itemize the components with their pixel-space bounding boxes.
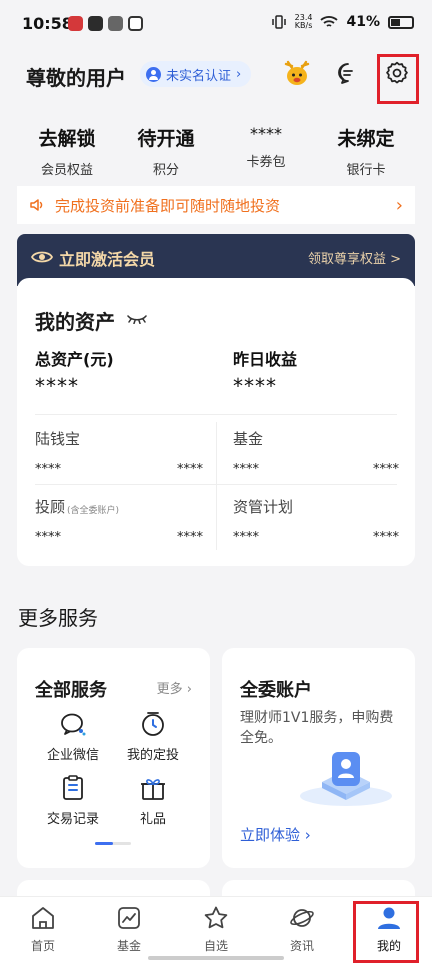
delegate-title: 全委账户 xyxy=(240,680,312,701)
yesterday-earnings-value: **** xyxy=(233,374,277,398)
assets-title: 我的资产 xyxy=(35,310,115,334)
wechat-work-icon xyxy=(61,713,86,736)
service-my-auto-invest[interactable]: 我的定投 xyxy=(113,710,193,763)
speaker-icon xyxy=(30,199,43,211)
asset-row-asset-management[interactable]: 资管计划 **** **** xyxy=(233,496,399,548)
chart-icon xyxy=(118,907,140,929)
delegate-account-card[interactable]: 全委账户 理财师1V1服务，申购费全免。 立即体验 › xyxy=(222,648,415,868)
home-indicator xyxy=(148,956,284,960)
yesterday-earnings-label: 昨日收益 xyxy=(233,350,298,369)
stat-bank-card[interactable]: 未绑定 银行卡 xyxy=(312,124,420,178)
asset-row-fund[interactable]: 基金 **** **** xyxy=(233,428,399,480)
battery-icon xyxy=(388,15,414,29)
divider xyxy=(35,484,397,485)
verify-identity-button[interactable]: 未实名认证 › xyxy=(140,61,252,87)
delegate-description: 理财师1V1服务，申购费全免。 xyxy=(240,710,394,746)
total-assets-value: **** xyxy=(35,374,79,398)
more-link[interactable]: 更多 › xyxy=(157,678,192,697)
mascot-icon[interactable] xyxy=(282,58,312,88)
asset-row-luqianbao[interactable]: 陆钱宝 **** **** xyxy=(35,428,203,480)
app-notification-icon xyxy=(128,16,143,31)
battery-percent: 41% xyxy=(346,14,380,30)
status-bar: 10:58 23.4 KB/s 41% xyxy=(0,0,432,48)
nav-me-highlight-box xyxy=(353,901,419,963)
service-transaction-records[interactable]: 交易记录 xyxy=(33,774,113,827)
nav-watchlist[interactable]: 自选 xyxy=(186,905,246,954)
chevron-right-icon: › xyxy=(236,66,242,82)
vibrate-icon xyxy=(271,15,286,29)
app-notification-icon xyxy=(108,16,123,31)
verify-label: 未实名认证 xyxy=(166,68,232,84)
pager-track xyxy=(95,842,131,845)
planet-icon xyxy=(290,909,314,927)
clock-icon xyxy=(142,712,164,736)
net-speed: 23.4 KB/s xyxy=(294,13,313,30)
eye-badge-icon xyxy=(31,251,53,263)
asset-row-advisory[interactable]: 投顾 (含全委账户) **** **** xyxy=(35,496,203,548)
try-now-link[interactable]: 立即体验 › xyxy=(240,824,311,845)
chevron-right-icon: › xyxy=(395,194,403,216)
nav-news[interactable]: 资讯 xyxy=(272,905,332,954)
nav-home[interactable]: 首页 xyxy=(13,905,73,954)
assets-card: 我的资产 总资产(元) **** 昨日收益 **** 陆钱宝 **** ****… xyxy=(17,278,415,566)
message-icon[interactable] xyxy=(336,61,360,85)
eye-closed-icon[interactable] xyxy=(127,314,147,324)
settings-highlight-box xyxy=(377,54,419,104)
gift-icon xyxy=(141,779,165,800)
more-services-title: 更多服务 xyxy=(18,606,98,630)
nav-fund[interactable]: 基金 xyxy=(99,905,159,954)
all-services-title: 全部服务 xyxy=(35,680,107,701)
stat-points[interactable]: 待开通 积分 xyxy=(112,124,220,178)
chevron-right-icon: › xyxy=(186,682,192,697)
notice-text: 完成投资前准备即可随时随地投资 xyxy=(55,196,281,215)
total-assets-label: 总资产(元) xyxy=(35,350,114,369)
app-notification-icon xyxy=(88,16,103,31)
divider xyxy=(216,422,217,550)
star-icon xyxy=(204,906,228,929)
wifi-icon xyxy=(320,16,339,27)
stat-coupons[interactable]: **** 卡券包 xyxy=(212,124,320,170)
person-icon xyxy=(146,66,161,82)
member-title: 立即激活会员 xyxy=(59,250,156,269)
chevron-right-icon: › xyxy=(304,826,311,844)
status-time: 10:58 xyxy=(22,14,73,33)
home-icon xyxy=(32,907,54,929)
notice-bar[interactable]: 完成投资前准备即可随时随地投资 › xyxy=(17,186,415,224)
service-wechat-work[interactable]: 企业微信 xyxy=(33,710,113,763)
divider xyxy=(35,414,397,415)
pager-indicator xyxy=(95,842,113,845)
status-right: 23.4 KB/s 41% xyxy=(271,14,414,30)
member-benefits-link[interactable]: 领取尊享权益 > xyxy=(308,248,401,267)
service-gifts[interactable]: 礼品 xyxy=(113,774,193,827)
all-services-card: 全部服务 更多 › 企业微信 我的定投 交易记录 礼品 xyxy=(17,648,210,868)
clipboard-icon xyxy=(63,775,83,800)
delegate-illustration-icon xyxy=(300,752,392,806)
app-notification-icon xyxy=(68,16,83,31)
stat-member-benefits[interactable]: 去解锁 会员权益 xyxy=(13,124,121,178)
greeting-title: 尊敬的用户 xyxy=(26,66,126,90)
